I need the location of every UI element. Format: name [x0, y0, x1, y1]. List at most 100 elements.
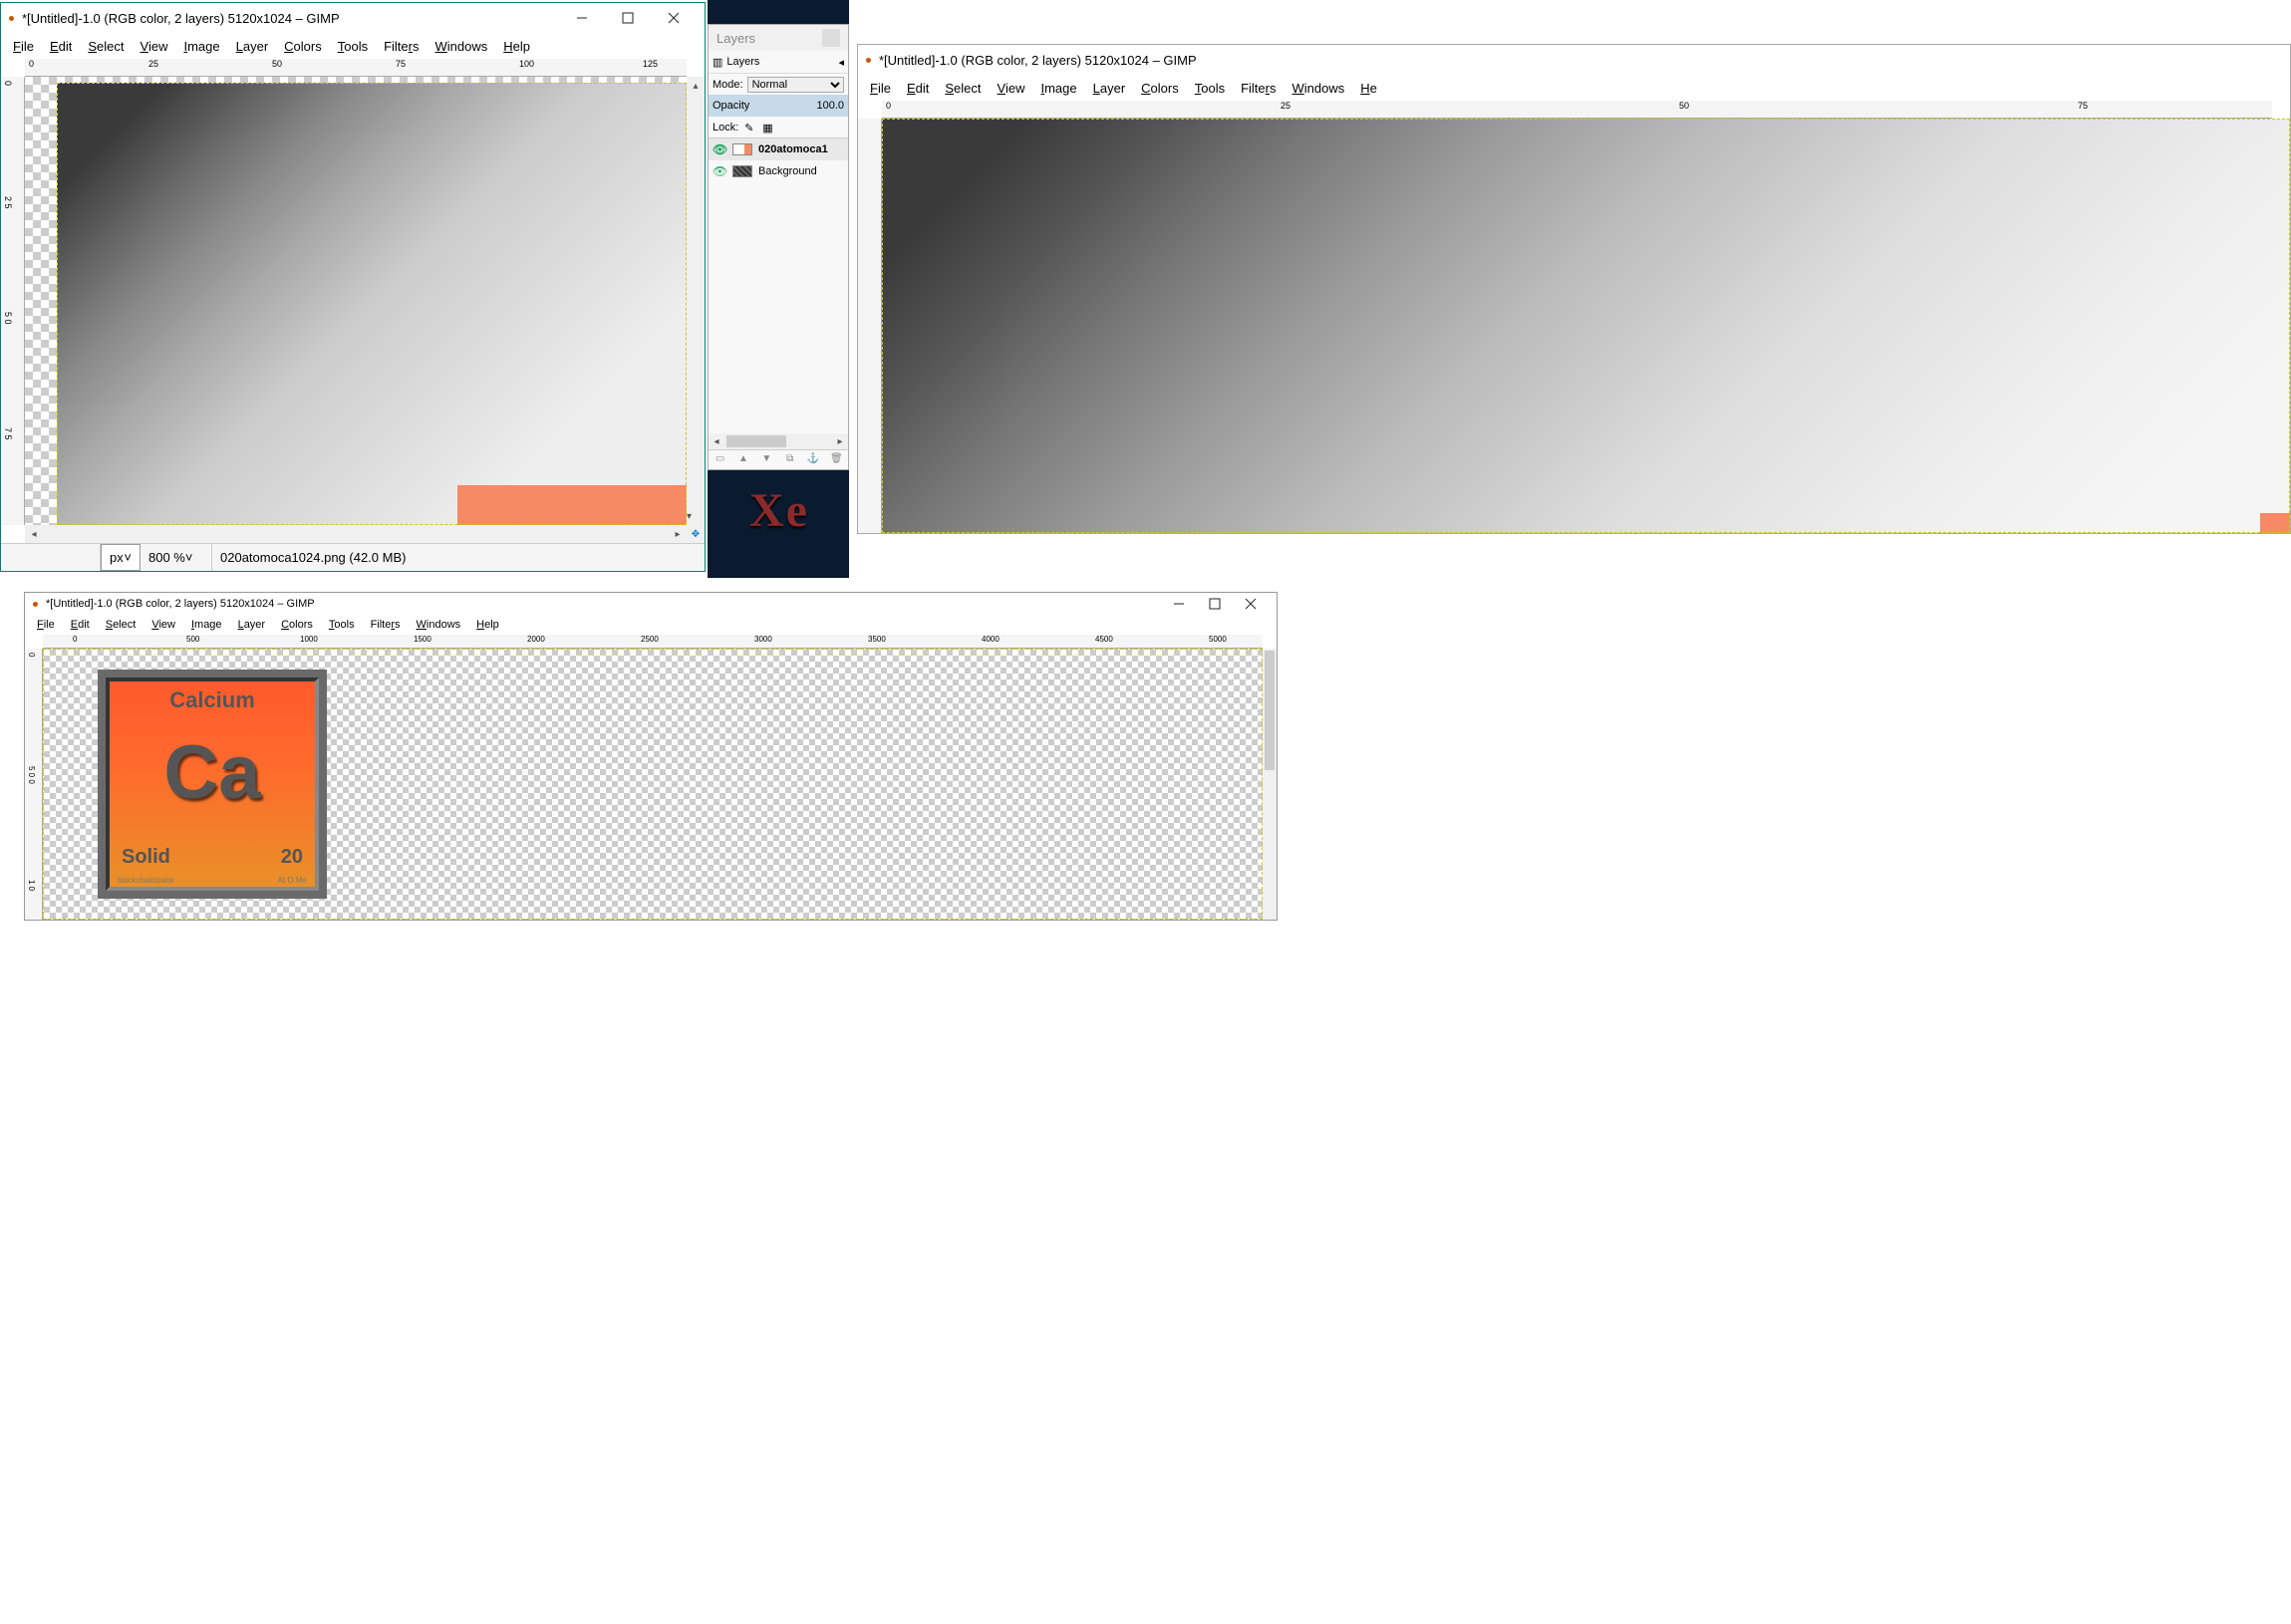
window-title: *[Untitled]-1.0 (RGB color, 2 layers) 51… [22, 11, 340, 26]
menu-view[interactable]: View [992, 79, 1031, 98]
menu-select[interactable]: Select [100, 617, 143, 633]
ruler-vertical[interactable] [858, 119, 882, 533]
layer-item[interactable]: 👁 020atomoca1 [709, 138, 848, 160]
zoom-selector[interactable]: 800 % ˅ [141, 544, 212, 571]
scroll-down-icon[interactable]: ▾ [687, 507, 692, 525]
close-button[interactable] [651, 3, 697, 33]
menu-layer[interactable]: Layer [230, 37, 275, 56]
canvas[interactable]: Calcium Ca Solid 20 blockchainizator At … [43, 649, 1263, 920]
layers-tab-icon[interactable]: ▥ [713, 56, 722, 69]
layer-thumb [732, 165, 752, 177]
menu-file[interactable]: File [31, 617, 61, 633]
ruler-horizontal[interactable]: 0 25 50 75 [882, 101, 2272, 119]
menu-filters[interactable]: Filters [365, 617, 407, 633]
menu-edit[interactable]: Edit [44, 37, 78, 56]
unit-selector[interactable]: px˅ [101, 544, 141, 571]
menu-edit[interactable]: Edit [901, 79, 935, 98]
layers-tab[interactable]: Layers [726, 56, 759, 68]
minimize-button[interactable] [1161, 593, 1197, 615]
scrollbar-vertical[interactable]: ▴ ▾ [687, 77, 705, 525]
scroll-thumb[interactable] [1265, 651, 1275, 770]
menu-colors[interactable]: Colors [275, 617, 319, 633]
scroll-right-icon[interactable]: ▸ [669, 525, 687, 543]
menu-windows[interactable]: Windows [430, 37, 494, 56]
menubar: File Edit Select View Image Layer Colors… [25, 615, 1277, 635]
ruler-horizontal[interactable]: 0 500 1000 1500 2000 2500 3000 3500 4000… [43, 635, 1263, 649]
nav-corner-icon[interactable]: ✥ [687, 525, 705, 543]
canvas-content [882, 119, 2290, 533]
panel-tabs: ▥ Layers ◂ [709, 51, 848, 73]
mode-select[interactable]: Normal [747, 77, 844, 93]
menu-filters[interactable]: Filters [378, 37, 425, 56]
lock-alpha-icon[interactable]: ▦ [762, 122, 774, 134]
anchor-layer-icon[interactable]: ⚓ [806, 453, 820, 467]
menu-help[interactable]: Help [497, 37, 536, 56]
menu-layer[interactable]: Layer [1087, 79, 1132, 98]
opacity-row[interactable]: Opacity 100.0 [709, 95, 848, 117]
close-button[interactable] [1233, 593, 1269, 615]
modified-dot-icon [9, 16, 14, 21]
menu-colors[interactable]: Colors [1135, 79, 1185, 98]
scroll-thumb[interactable] [726, 435, 786, 447]
menu-layer[interactable]: Layer [232, 617, 272, 633]
menu-image[interactable]: Image [1034, 79, 1082, 98]
layer-name: 020atomoca1 [758, 143, 828, 155]
panel-menu-icon[interactable] [822, 29, 840, 47]
menu-view[interactable]: View [135, 37, 174, 56]
panel-config-icon[interactable]: ◂ [838, 56, 844, 69]
scroll-up-icon[interactable]: ▴ [687, 77, 705, 95]
element-symbol: Ca [110, 729, 315, 816]
scrollbar-horizontal[interactable]: ◂ ▸ [25, 525, 687, 543]
ruler-vertical[interactable]: 0 5 0 0 1 0 [25, 649, 43, 920]
visibility-icon[interactable]: 👁 [713, 164, 726, 178]
raise-layer-icon[interactable]: ▲ [736, 453, 750, 467]
menu-tools[interactable]: Tools [323, 617, 361, 633]
layer-thumb [732, 143, 752, 155]
lock-paint-icon[interactable]: ✎ [744, 122, 756, 134]
delete-layer-icon[interactable]: 🗑 [829, 453, 843, 467]
panel-titlebar[interactable]: Layers [709, 25, 848, 51]
layer-name: Background [758, 165, 817, 177]
ruler-vertical[interactable]: 0 2 5 5 0 7 5 [1, 77, 25, 525]
scroll-left-icon[interactable]: ◂ [709, 433, 724, 449]
new-layer-icon[interactable]: ▭ [714, 453, 727, 467]
menu-view[interactable]: View [145, 617, 181, 633]
scrollbar-vertical[interactable] [1263, 649, 1277, 920]
menu-colors[interactable]: Colors [278, 37, 328, 56]
titlebar[interactable]: *[Untitled]-1.0 (RGB color, 2 layers) 51… [25, 593, 1277, 615]
menu-file[interactable]: File [7, 37, 40, 56]
layer-item[interactable]: 👁 Background [709, 160, 848, 182]
menu-windows[interactable]: Windows [411, 617, 467, 633]
menu-tools[interactable]: Tools [1189, 79, 1231, 98]
minimize-button[interactable] [559, 3, 605, 33]
menu-help[interactable]: He [1354, 79, 1383, 98]
menu-windows[interactable]: Windows [1287, 79, 1351, 98]
menu-help[interactable]: Help [470, 617, 505, 633]
scroll-track[interactable] [43, 525, 669, 543]
menu-edit[interactable]: Edit [65, 617, 96, 633]
lock-row: Lock: ✎ ▦ [709, 117, 848, 138]
canvas[interactable] [25, 77, 687, 525]
menu-select[interactable]: Select [82, 37, 130, 56]
menu-file[interactable]: File [864, 79, 897, 98]
panel-scrollbar[interactable]: ◂ ▸ [709, 433, 848, 449]
scroll-right-icon[interactable]: ▸ [832, 433, 848, 449]
titlebar[interactable]: *[Untitled]-1.0 (RGB color, 2 layers) 51… [858, 45, 2290, 75]
menu-image[interactable]: Image [177, 37, 225, 56]
duplicate-layer-icon[interactable]: ⧉ [783, 453, 797, 467]
lower-layer-icon[interactable]: ▼ [759, 453, 773, 467]
titlebar[interactable]: *[Untitled]-1.0 (RGB color, 2 layers) 51… [1, 3, 705, 33]
layer-action-bar: ▭ ▲ ▼ ⧉ ⚓ 🗑 [709, 449, 848, 469]
visibility-icon[interactable]: 👁 [713, 142, 726, 156]
window-title: *[Untitled]-1.0 (RGB color, 2 layers) 51… [46, 598, 315, 610]
menu-filters[interactable]: Filters [1235, 79, 1282, 98]
menu-select[interactable]: Select [939, 79, 987, 98]
canvas[interactable] [882, 119, 2290, 533]
opacity-value: 100.0 [816, 100, 844, 112]
maximize-button[interactable] [605, 3, 651, 33]
menu-tools[interactable]: Tools [332, 37, 374, 56]
menu-image[interactable]: Image [185, 617, 228, 633]
ruler-horizontal[interactable]: 0 25 50 75 100 125 [25, 59, 687, 77]
maximize-button[interactable] [1197, 593, 1233, 615]
scroll-left-icon[interactable]: ◂ [25, 525, 43, 543]
